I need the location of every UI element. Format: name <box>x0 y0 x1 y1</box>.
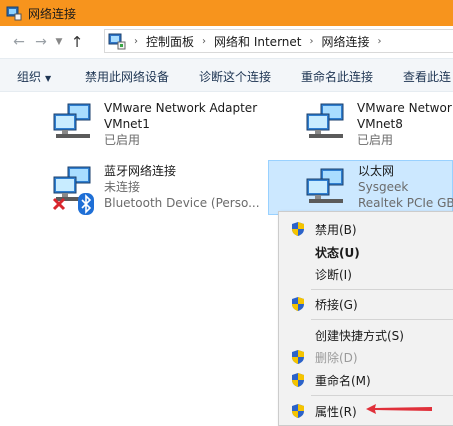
forward-button[interactable]: → <box>30 31 52 53</box>
bluetooth-icon <box>78 193 94 215</box>
network-adapter-icon <box>306 103 344 138</box>
organize-button[interactable]: 组织 ▼ <box>17 68 51 85</box>
menu-item-disable[interactable]: 禁用(B) <box>279 217 453 241</box>
connection-status: Bluetooth Device (Perso... <box>104 196 260 210</box>
breadcrumb-separator[interactable]: › <box>378 36 382 47</box>
uac-shield-icon <box>292 222 304 236</box>
menu-item-label: 属性(R) <box>315 405 357 419</box>
address-bar[interactable]: › 控制面板 › 网络和 Internet › 网络连接 › <box>104 29 453 53</box>
breadcrumb-separator[interactable]: › <box>134 36 138 47</box>
menu-item-label: 状态(U) <box>315 246 360 260</box>
breadcrumb-separator[interactable]: › <box>202 36 206 47</box>
connection-name: 以太网 <box>358 164 395 178</box>
menu-item-status[interactable]: 状态(U) <box>279 240 453 264</box>
recent-locations-dropdown[interactable]: ▼ <box>52 31 66 53</box>
menu-item-label: 删除(D) <box>315 351 358 365</box>
disconnected-x-icon <box>52 197 66 211</box>
connection-item-bluetooth[interactable]: 蓝牙网络连接 未连接 Bluetooth Device (Perso... <box>50 163 280 217</box>
connection-name: 蓝牙网络连接 <box>104 164 177 178</box>
connection-item-ethernet[interactable]: 以太网 Sysgeek Realtek PCIe GB <box>268 160 453 215</box>
title-bar: 网络连接 <box>0 0 453 26</box>
connection-item-vmnet8[interactable]: VMware Networ VMnet8 已启用 <box>303 100 453 150</box>
chevron-down-icon: ▼ <box>45 74 52 83</box>
connection-network: VMnet1 <box>104 117 150 131</box>
window-title: 网络连接 <box>28 6 77 21</box>
menu-item-label: 诊断(I) <box>315 268 352 282</box>
network-adapter-icon <box>306 168 344 203</box>
menu-divider <box>311 395 453 396</box>
view-status-button[interactable]: 查看此连 <box>403 68 451 85</box>
connection-network: VMnet8 <box>357 117 403 131</box>
context-menu: 禁用(B) 状态(U) 诊断(I) 桥接(G) 创建快捷方式(S) 删除(D) … <box>278 211 453 426</box>
disable-device-button[interactable]: 禁用此网络设备 <box>85 68 169 85</box>
menu-item-label: 创建快捷方式(S) <box>315 329 404 343</box>
menu-item-diagnose[interactable]: 诊断(I) <box>279 262 453 286</box>
menu-item-label: 禁用(B) <box>315 223 357 237</box>
diagnose-connection-button[interactable]: 诊断这个连接 <box>199 68 271 85</box>
network-adapter-icon <box>53 103 91 138</box>
up-button[interactable]: ↑ <box>66 31 88 53</box>
connection-name: VMware Networ <box>357 101 452 115</box>
uac-shield-icon <box>292 404 304 418</box>
back-button[interactable]: ← <box>8 31 30 53</box>
menu-item-delete[interactable]: 删除(D) <box>279 345 453 369</box>
menu-item-bridge[interactable]: 桥接(G) <box>279 292 453 316</box>
uac-shield-icon <box>292 373 304 387</box>
menu-item-label: 桥接(G) <box>315 298 358 312</box>
connection-status: 已启用 <box>104 133 141 147</box>
breadcrumb-control-panel[interactable]: 控制面板 <box>146 33 194 50</box>
control-panel-icon <box>108 33 126 50</box>
menu-item-create-shortcut[interactable]: 创建快捷方式(S) <box>279 323 453 347</box>
connection-item-vmnet1[interactable]: VMware Network Adapter VMnet1 已启用 <box>50 100 280 150</box>
address-row: ← → ▼ ↑ › 控制面板 › 网络和 Internet › 网络连接 › <box>0 26 453 58</box>
uac-shield-icon <box>292 297 304 311</box>
command-bar: 组织 ▼ 禁用此网络设备 诊断这个连接 重命名此连接 查看此连 <box>0 58 453 92</box>
menu-divider <box>311 289 453 290</box>
rename-connection-button[interactable]: 重命名此连接 <box>301 68 373 85</box>
uac-shield-icon <box>292 350 304 364</box>
menu-divider <box>311 319 453 320</box>
menu-item-label: 重命名(M) <box>315 374 371 388</box>
red-arrow-annotation-icon <box>366 404 432 414</box>
breadcrumb-network-internet[interactable]: 网络和 Internet <box>214 33 301 50</box>
breadcrumb-separator[interactable]: › <box>309 36 313 47</box>
breadcrumb-network-connections[interactable]: 网络连接 <box>321 33 369 50</box>
connection-network: 未连接 <box>104 180 141 194</box>
connection-name: VMware Network Adapter <box>104 101 258 115</box>
network-connections-icon <box>6 6 22 21</box>
organize-label: 组织 <box>17 70 42 84</box>
connection-network: Sysgeek <box>358 180 409 194</box>
menu-item-rename[interactable]: 重命名(M) <box>279 368 453 392</box>
connection-status: Realtek PCIe GB <box>358 196 453 210</box>
connection-status: 已启用 <box>357 133 394 147</box>
